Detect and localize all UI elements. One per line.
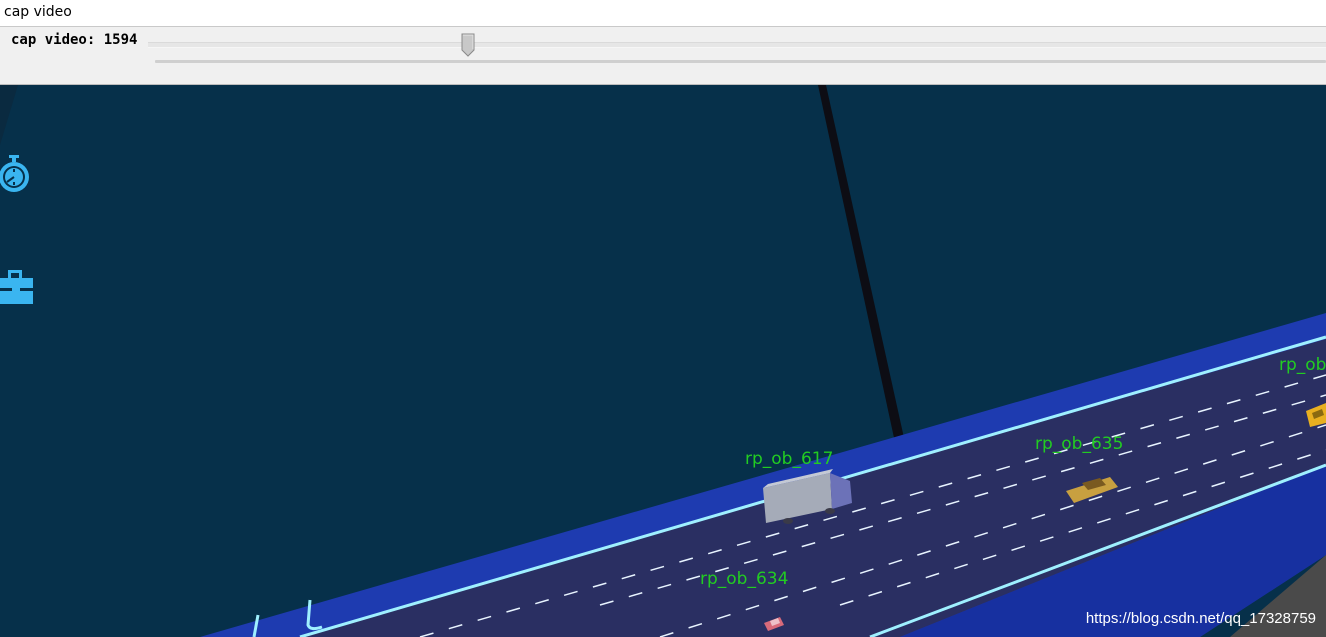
scene-canvas	[0, 85, 1326, 637]
trackbar-groove	[155, 60, 1326, 63]
pole	[818, 85, 910, 475]
trackbar-track[interactable]	[148, 42, 1326, 48]
video-frame: rp_ob_617 rp_ob_635 rp_ob_634 rp_ob http…	[0, 85, 1326, 637]
trackbar-label: cap video: 1594	[11, 32, 138, 48]
object-label: rp_ob	[1279, 355, 1326, 375]
object-label: rp_ob_634	[700, 569, 789, 589]
window-titlebar: cap video	[0, 0, 1326, 27]
object-label: rp_ob_635	[1035, 434, 1124, 454]
left-edge-shadow	[0, 85, 18, 145]
trackbar-thumb[interactable]	[461, 33, 475, 57]
trackbar-panel: cap video: 1594	[0, 27, 1326, 85]
window-title: cap video	[4, 4, 72, 20]
object-label: rp_ob_617	[745, 449, 834, 469]
watermark: https://blog.csdn.net/qq_17328759	[1085, 610, 1316, 627]
